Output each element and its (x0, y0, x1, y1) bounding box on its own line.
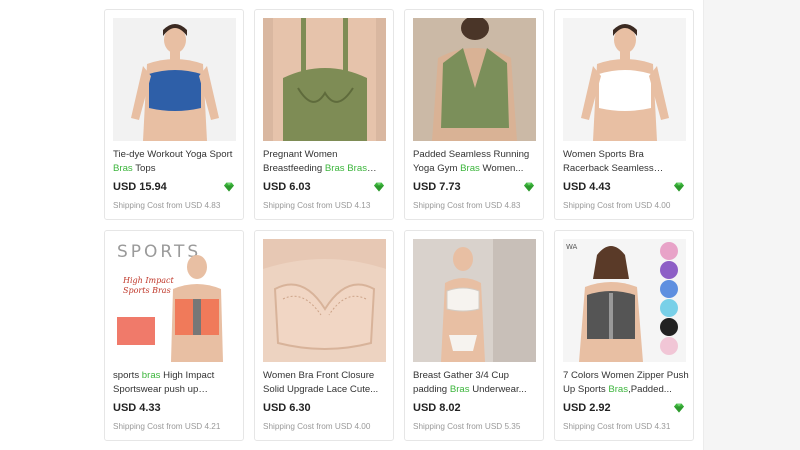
product-title[interactable]: Breast Gather 3/4 Cup padding Bras Under… (413, 369, 539, 397)
shipping-cost: Shipping Cost from USD 4.31 (563, 422, 671, 431)
shipping-cost: Shipping Cost from USD 4.00 (563, 201, 671, 210)
diamond-badge-icon (674, 182, 684, 192)
shipping-cost: Shipping Cost from USD 4.13 (263, 201, 371, 210)
product-image-zipper-sports-bra-graphic: WA (563, 239, 686, 362)
keyword-highlight: Bras (113, 162, 133, 174)
product-price: USD 2.92 (563, 402, 611, 414)
price-amount: 2.92 (589, 402, 611, 414)
keyword-highlight: bras (141, 370, 161, 381)
diamond-badge-icon (524, 182, 534, 192)
shipping-cost: Shipping Cost from USD 5.35 (413, 422, 521, 431)
shipping-cost: Shipping Cost from USD 4.00 (263, 422, 371, 431)
product-price: USD 6.03 (263, 181, 311, 193)
product-image-high-impact-sports-bra-graphic: SPORTS High Impact Sports Bras (113, 239, 236, 362)
product-card[interactable]: Women Sports Bra Racerback Seamless Wire… (554, 9, 694, 220)
product-image-lace-bra[interactable] (263, 239, 386, 362)
product-card[interactable]: Padded Seamless Running Yoga Gym Bras Wo… (404, 9, 544, 220)
price-currency: USD (113, 402, 137, 414)
product-price: USD 4.33 (113, 402, 161, 414)
shipping-cost: Shipping Cost from USD 4.83 (413, 201, 521, 210)
right-side-panel (703, 0, 800, 450)
product-price: USD 7.73 (413, 181, 461, 193)
product-title[interactable]: Padded Seamless Running Yoga Gym Bras Wo… (413, 148, 539, 176)
product-image-racerback-bra[interactable] (413, 18, 536, 141)
keyword-highlight: Bras (324, 162, 345, 174)
product-title[interactable]: Pregnant Women Breastfeeding Bras Bras N… (263, 148, 389, 176)
product-price: USD 4.43 (563, 181, 611, 193)
product-image-white-sports-bra[interactable] (563, 18, 686, 141)
product-price: USD 15.94 (113, 181, 167, 193)
price-currency: USD (263, 181, 287, 193)
product-image-white-lace-set-graphic (413, 239, 536, 362)
price-currency: USD (413, 402, 437, 414)
product-card[interactable]: WA 7 Colors Women Zipper Push Up Sports … (554, 230, 694, 441)
product-image-lace-bra-graphic (263, 239, 386, 362)
price-currency: USD (263, 402, 287, 414)
diamond-badge-icon (674, 403, 684, 413)
price-amount: 6.03 (289, 181, 311, 193)
keyword-highlight: Bras (608, 383, 629, 395)
title-text: Women Sports Bra Racerback Seamless Wire… (563, 149, 654, 174)
keyword-highlight: Bras (460, 162, 480, 174)
product-card[interactable]: Women Bra Front Closure Solid Upgrade La… (254, 230, 394, 441)
price-amount: 4.43 (589, 181, 611, 193)
product-image-white-lace-set[interactable] (413, 239, 536, 362)
price-currency: USD (563, 402, 587, 414)
price-currency: USD (413, 181, 437, 193)
product-title[interactable]: 7 Colors Women Zipper Push Up Sports Bra… (563, 369, 689, 397)
title-text: ,Padded... (628, 383, 672, 395)
price-amount: 6.30 (289, 402, 311, 414)
price-amount: 7.73 (439, 181, 461, 193)
product-title[interactable]: sports bras High Impact Sportswear push … (113, 369, 239, 397)
title-text: Tie-dye Workout Yoga Sport (113, 149, 233, 160)
product-price: USD 8.02 (413, 402, 461, 414)
diamond-badge-icon (224, 182, 234, 192)
price-amount: 8.02 (439, 402, 461, 414)
product-image-high-impact-sports-bra[interactable]: SPORTS High Impact Sports Bras (113, 239, 236, 362)
price-currency: USD (113, 181, 137, 193)
svg-text:Sports Bras: Sports Bras (123, 286, 171, 295)
product-title[interactable]: Tie-dye Workout Yoga Sport Bras Tops (113, 148, 239, 176)
product-image-nursing-bra-graphic (263, 18, 386, 141)
product-title[interactable]: Women Bra Front Closure Solid Upgrade La… (263, 369, 389, 397)
keyword-highlight: Bras (449, 383, 470, 395)
svg-text:SPORTS: SPORTS (117, 242, 201, 262)
svg-text:High Impact: High Impact (122, 276, 174, 285)
title-text: sports (113, 370, 142, 381)
product-card[interactable]: Tie-dye Workout Yoga Sport Bras Tops USD… (104, 9, 244, 220)
product-image-tie-dye-sports-bra-graphic (113, 18, 236, 141)
title-text: Women Bra Front Closure Solid Upgrade La… (263, 370, 379, 395)
product-price: USD 6.30 (263, 402, 311, 414)
title-text: Underwear... (469, 383, 527, 395)
price-currency: USD (563, 181, 587, 193)
title-text: Tops (132, 162, 156, 174)
diamond-badge-icon (374, 182, 384, 192)
keyword-highlight: Bras (347, 162, 368, 174)
shipping-cost: Shipping Cost from USD 4.21 (113, 422, 221, 431)
product-card[interactable]: Pregnant Women Breastfeeding Bras Bras N… (254, 9, 394, 220)
price-amount: 4.33 (139, 402, 161, 414)
product-image-zipper-sports-bra[interactable]: WA (563, 239, 686, 362)
product-image-racerback-bra-graphic (413, 18, 536, 141)
product-card[interactable]: Breast Gather 3/4 Cup padding Bras Under… (404, 230, 544, 441)
svg-text:WA: WA (566, 243, 578, 251)
product-image-tie-dye-sports-bra[interactable] (113, 18, 236, 141)
title-text: Women... (479, 162, 524, 174)
product-image-nursing-bra[interactable] (263, 18, 386, 141)
product-card[interactable]: SPORTS High Impact Sports Bras sports br… (104, 230, 244, 441)
product-title[interactable]: Women Sports Bra Racerback Seamless Wire… (563, 148, 689, 176)
price-amount: 15.94 (139, 181, 167, 193)
product-image-white-sports-bra-graphic (563, 18, 686, 141)
shipping-cost: Shipping Cost from USD 4.83 (113, 201, 221, 210)
